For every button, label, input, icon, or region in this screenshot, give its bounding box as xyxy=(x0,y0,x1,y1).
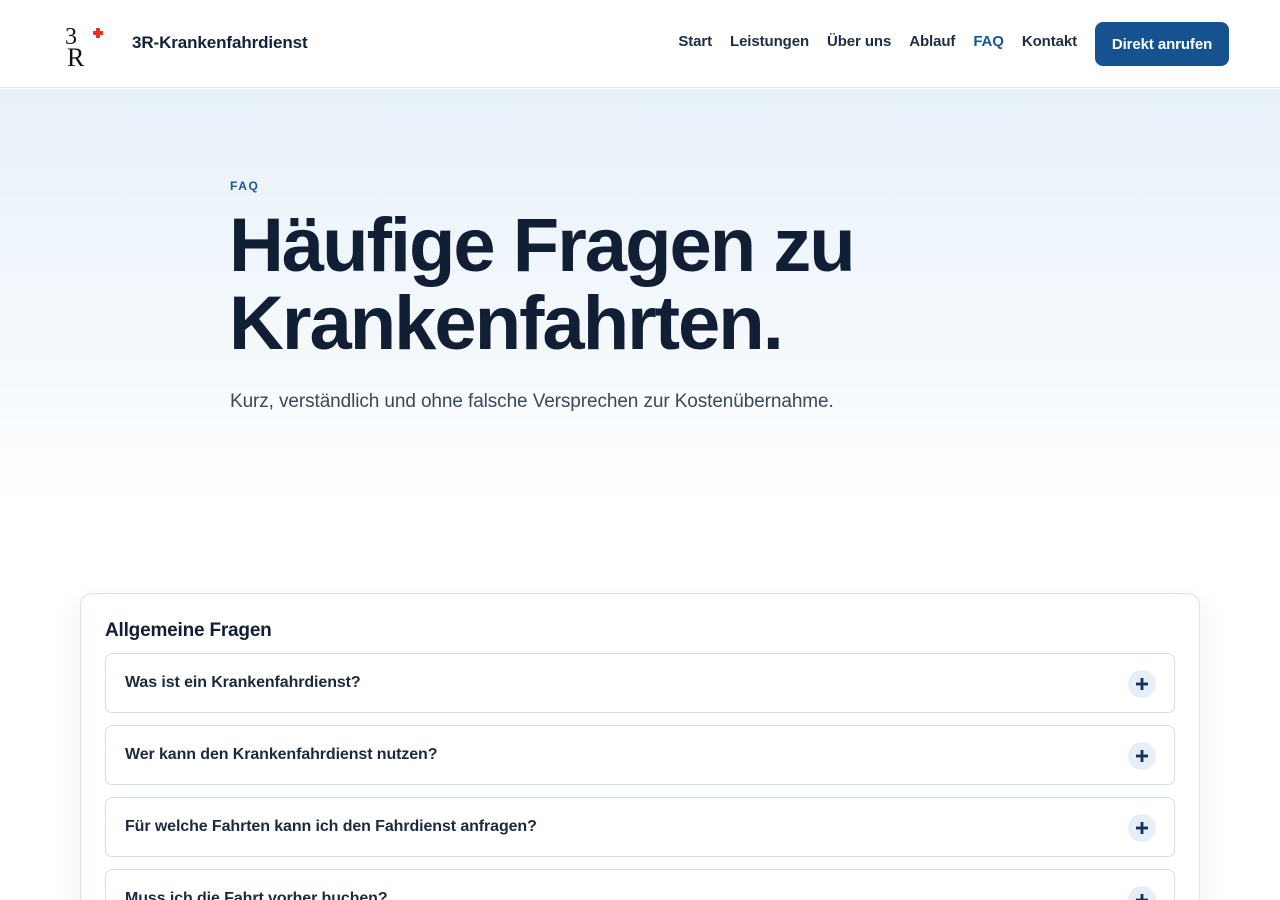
faq-item[interactable]: Wer kann den Krankenfahrdienst nutzen? xyxy=(105,725,1175,785)
page-title-line-2: Krankenfahrten. xyxy=(229,281,784,366)
plus-icon[interactable] xyxy=(1128,670,1156,698)
brand-name[interactable]: 3R-Krankenfahrdienst xyxy=(132,33,308,53)
faq-question[interactable]: Was ist ein Krankenfahrdienst? xyxy=(125,674,361,692)
faq-question[interactable]: Muss ich die Fahrt vorher buchen? xyxy=(125,890,388,900)
faq-list: Was ist ein Krankenfahrdienst? Wer kann … xyxy=(105,653,1175,900)
page-title: Häufige Fragen zu Krankenfahrten. xyxy=(229,207,989,363)
site-header: 3 R 3R-Krankenfahrdienst Start Leistunge… xyxy=(0,0,1280,88)
faq-item[interactable]: Was ist ein Krankenfahrdienst? xyxy=(105,653,1175,713)
faq-card: Allgemeine Fragen Was ist ein Krankenfah… xyxy=(80,593,1200,900)
hero-subtitle: Kurz, verständlich und ohne falsche Vers… xyxy=(230,391,834,412)
nav-link-ablauf[interactable]: Ablauf xyxy=(909,33,955,50)
brand-logo[interactable]: 3 R xyxy=(64,22,108,68)
nav-link-faq[interactable]: FAQ xyxy=(973,33,1004,50)
plus-icon[interactable] xyxy=(1128,886,1156,900)
main-nav: Start Leistungen Über uns Ablauf FAQ Kon… xyxy=(678,33,1077,50)
nav-link-kontakt[interactable]: Kontakt xyxy=(1022,33,1077,50)
hero-section: FAQ Häufige Fragen zu Krankenfahrten. Ku… xyxy=(0,89,1280,509)
nav-link-start[interactable]: Start xyxy=(678,33,712,50)
page-title-line-1: Häufige Fragen zu xyxy=(229,203,856,288)
faq-question[interactable]: Für welche Fahrten kann ich den Fahrdien… xyxy=(125,818,537,836)
plus-icon[interactable] xyxy=(1128,814,1156,842)
call-button[interactable]: Direkt anrufen xyxy=(1095,22,1229,66)
faq-section-title: Allgemeine Fragen xyxy=(105,620,272,641)
nav-link-leistungen[interactable]: Leistungen xyxy=(730,33,809,50)
faq-item[interactable]: Muss ich die Fahrt vorher buchen? xyxy=(105,869,1175,900)
hero-eyebrow: FAQ xyxy=(230,179,260,193)
svg-text:R: R xyxy=(67,43,85,68)
faq-item[interactable]: Für welche Fahrten kann ich den Fahrdien… xyxy=(105,797,1175,857)
faq-question[interactable]: Wer kann den Krankenfahrdienst nutzen? xyxy=(125,746,438,764)
plus-icon[interactable] xyxy=(1128,742,1156,770)
nav-link-ueber-uns[interactable]: Über uns xyxy=(827,33,891,50)
